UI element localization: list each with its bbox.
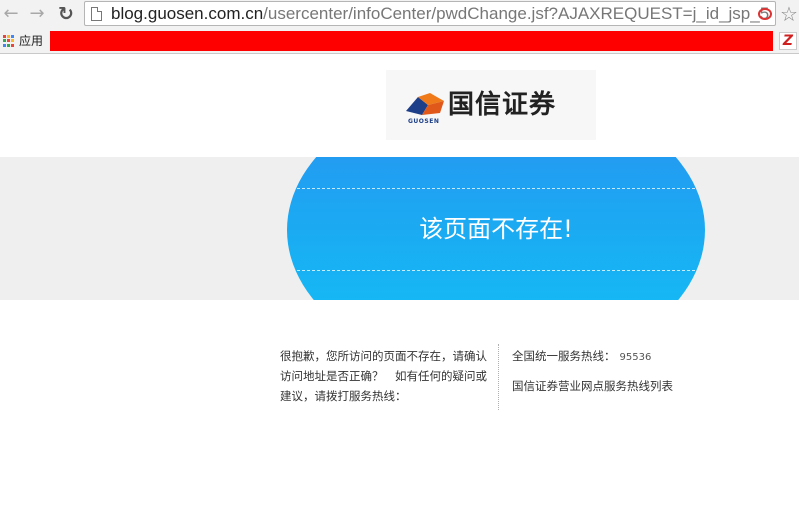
apology-text: 很抱歉，您所访问的页面不存在，请确认访问地址是否正确？ 如有任何的疑问或建议，请… [280, 349, 487, 403]
forward-arrow-icon[interactable]: → [26, 3, 48, 25]
apps-grid-icon[interactable] [3, 35, 15, 47]
star-icon[interactable]: ☆ [779, 2, 799, 26]
url-path: /usercenter/infoCenter/pwdChange.jsf?AJA… [263, 4, 770, 23]
page-icon [91, 7, 102, 21]
logo-subtext: GUOSEN [408, 118, 440, 125]
hotline-info: 全国统一服务热线： 95536 [512, 346, 651, 368]
guosen-logo[interactable]: 国信证券 GUOSEN [386, 70, 596, 140]
error-oval: 该页面不存在! [287, 157, 705, 300]
url-text[interactable]: blog.guosen.com.cn/usercenter/infoCenter… [111, 3, 769, 25]
hotline-label: 全国统一服务热线： [512, 349, 616, 363]
dashed-divider [287, 270, 705, 271]
reload-icon[interactable]: ↻ [55, 3, 77, 25]
error-message: 该页面不存在! [419, 215, 573, 243]
browser-toolbar: ← → ↻ blog.guosen.com.cn/usercenter/info… [0, 0, 799, 28]
logo-text: 国信证券 [448, 90, 557, 120]
vertical-divider [498, 344, 499, 410]
hotline-number: 95536 [619, 352, 652, 363]
guosen-logo-mark-icon [406, 93, 444, 115]
extension-icon[interactable]: Z [779, 32, 797, 50]
bookmarks-bar: 应用 Z [0, 28, 799, 54]
back-arrow-icon[interactable]: ← [0, 3, 22, 25]
branch-hotline-link[interactable]: 国信证券营业网点服务热线列表 [512, 376, 673, 396]
error-banner: 该页面不存在! [0, 157, 799, 300]
redacted-bookmarks [50, 31, 773, 51]
address-bar[interactable]: blog.guosen.com.cn/usercenter/infoCenter… [84, 1, 776, 26]
location-icon[interactable] [758, 8, 772, 20]
apps-bookmark-label[interactable]: 应用 [19, 33, 43, 49]
url-host: blog.guosen.com.cn [111, 4, 264, 23]
dashed-divider [287, 188, 705, 189]
